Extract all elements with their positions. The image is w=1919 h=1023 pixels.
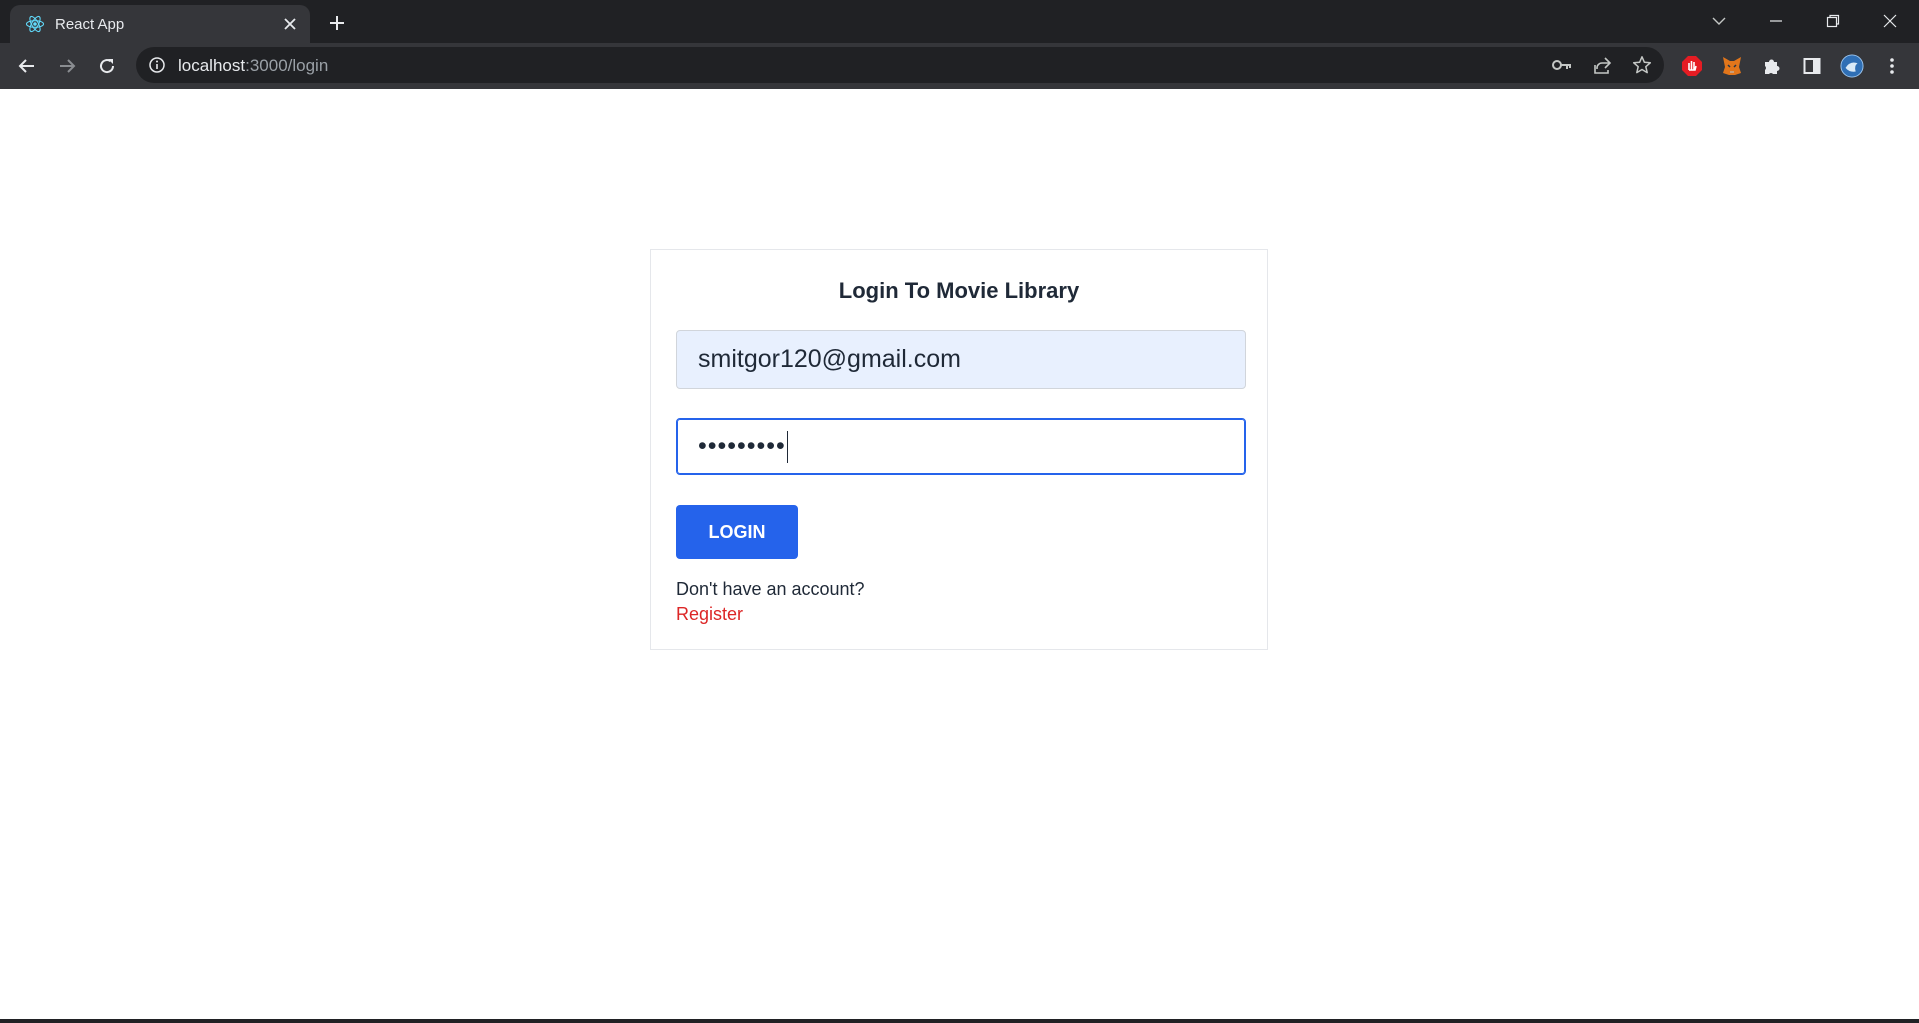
chevron-down-icon[interactable]: [1699, 6, 1739, 36]
password-value: •••••••••: [698, 432, 786, 460]
tab-bar: React App: [0, 0, 1919, 43]
profile-avatar-icon[interactable]: [1840, 54, 1864, 78]
kebab-menu-icon[interactable]: [1880, 54, 1904, 78]
adblock-icon[interactable]: [1680, 54, 1704, 78]
info-icon[interactable]: [148, 56, 166, 74]
back-arrow-icon[interactable]: [11, 50, 43, 82]
restore-icon[interactable]: [1813, 6, 1853, 36]
address-bar[interactable]: localhost:3000/login: [136, 47, 1664, 83]
window-bottom-border: [0, 1019, 1919, 1023]
minimize-icon[interactable]: [1756, 6, 1796, 36]
login-card: Login To Movie Library smitgor120@gmail.…: [650, 249, 1268, 650]
window-close-icon[interactable]: [1870, 6, 1910, 36]
browser-tab[interactable]: React App: [10, 5, 310, 43]
forward-arrow-icon[interactable]: [51, 50, 83, 82]
metamask-icon[interactable]: [1720, 54, 1744, 78]
url-text: localhost:3000/login: [178, 56, 328, 76]
share-icon[interactable]: [1590, 53, 1614, 77]
login-button[interactable]: LOGIN: [676, 505, 798, 559]
react-logo-icon: [25, 14, 45, 34]
browser-toolbar: localhost:3000/login: [0, 43, 1919, 89]
page-title: Login To Movie Library: [838, 278, 1080, 303]
key-icon[interactable]: [1550, 53, 1574, 77]
star-icon[interactable]: [1630, 53, 1654, 77]
close-icon[interactable]: [280, 14, 300, 34]
email-value: smitgor120@gmail.com: [698, 345, 961, 373]
plus-icon[interactable]: [325, 11, 349, 35]
text-caret: [786, 430, 788, 463]
url-path: :3000/login: [245, 56, 329, 75]
url-host: localhost: [178, 56, 246, 75]
register-link[interactable]: Register: [676, 604, 743, 625]
reload-icon[interactable]: [91, 50, 123, 82]
side-panel-icon[interactable]: [1800, 54, 1824, 78]
tab-title: React App: [55, 16, 125, 33]
email-field[interactable]: smitgor120@gmail.com: [676, 330, 1246, 389]
register-prompt: Don't have an account?: [676, 579, 865, 599]
puzzle-icon[interactable]: [1760, 54, 1784, 78]
password-field[interactable]: •••••••••: [676, 418, 1246, 475]
